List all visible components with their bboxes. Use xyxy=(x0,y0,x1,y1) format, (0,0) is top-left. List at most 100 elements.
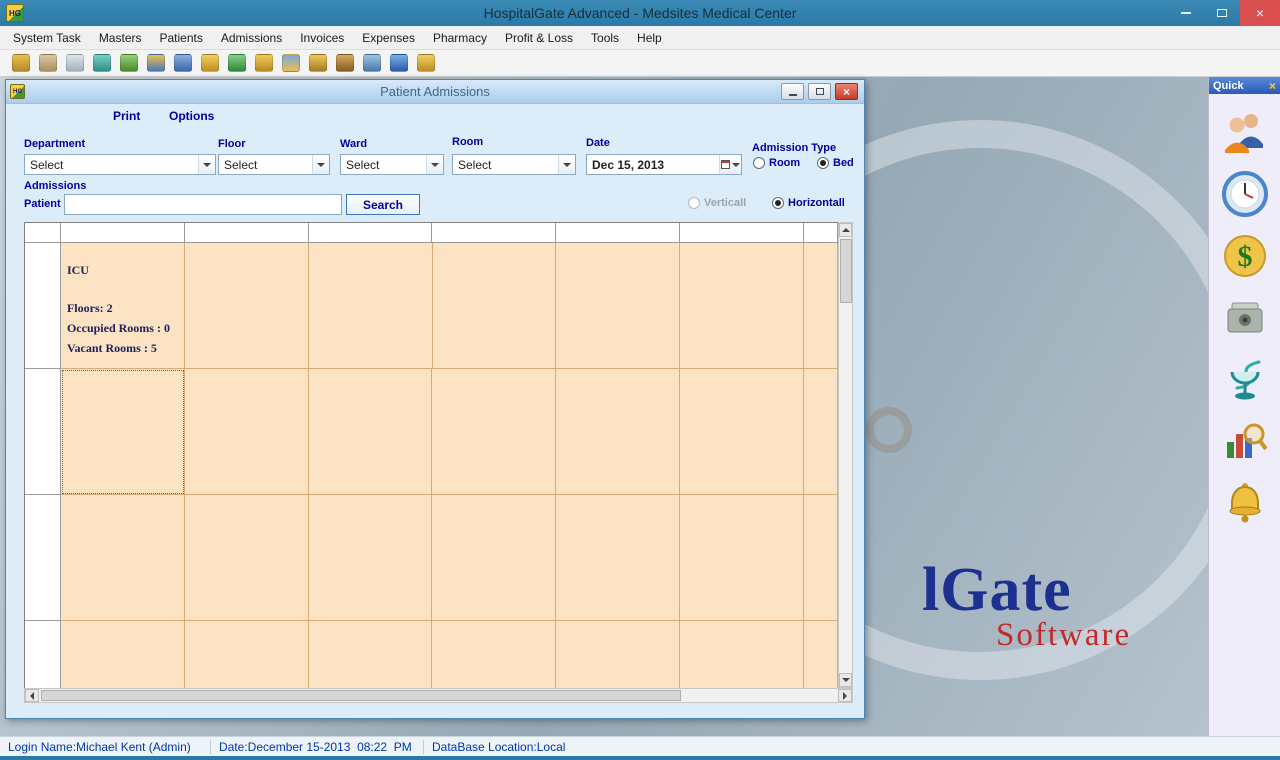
bell-icon[interactable] xyxy=(1221,480,1269,528)
grid-cell[interactable] xyxy=(309,621,433,688)
help-icon[interactable] xyxy=(390,54,408,72)
menu-profit-loss[interactable]: Profit & Loss xyxy=(496,26,582,50)
scroll-down-button[interactable] xyxy=(839,673,852,687)
ward-select[interactable]: Select xyxy=(340,154,444,175)
scroll-right-button[interactable] xyxy=(838,689,852,702)
basket-icon[interactable] xyxy=(309,54,327,72)
backup-device-icon[interactable] xyxy=(1221,294,1269,342)
staff-icon[interactable] xyxy=(417,54,435,72)
child-minimize-button[interactable] xyxy=(781,83,804,100)
grid-cell[interactable] xyxy=(309,243,433,369)
grid-cell[interactable] xyxy=(804,369,838,495)
room-select-arrow[interactable] xyxy=(558,155,575,174)
department-select-arrow[interactable] xyxy=(198,155,215,174)
scroll-up-button[interactable] xyxy=(839,223,852,237)
scroll-left-button[interactable] xyxy=(25,689,39,702)
horizontal-option[interactable]: Horizontall xyxy=(772,197,845,209)
minimize-button[interactable] xyxy=(1168,0,1204,26)
search-button[interactable]: Search xyxy=(346,194,420,215)
grid-cell[interactable] xyxy=(680,621,804,688)
floor-select[interactable]: Select xyxy=(218,154,330,175)
grid-cell[interactable] xyxy=(185,243,309,369)
lab-icon[interactable] xyxy=(93,54,111,72)
menu-masters[interactable]: Masters xyxy=(90,26,151,50)
grid-cell[interactable] xyxy=(556,621,680,688)
menu-patients[interactable]: Patients xyxy=(151,26,212,50)
settings-icon[interactable] xyxy=(363,54,381,72)
grid-cell[interactable] xyxy=(61,495,185,621)
grid-cell[interactable] xyxy=(185,495,309,621)
patients-icon[interactable] xyxy=(39,54,57,72)
horizontal-scroll-thumb[interactable] xyxy=(41,690,681,701)
hospital-icon[interactable] xyxy=(12,54,30,72)
grid-cell[interactable] xyxy=(185,621,309,688)
child-maximize-button[interactable] xyxy=(808,83,831,100)
menu-tools[interactable]: Tools xyxy=(582,26,628,50)
menu-invoices[interactable]: Invoices xyxy=(291,26,353,50)
department-select[interactable]: Select xyxy=(24,154,216,175)
grid-cell[interactable] xyxy=(432,495,556,621)
menu-pharmacy[interactable]: Pharmacy xyxy=(424,26,496,50)
options-menu-item[interactable]: Options xyxy=(169,109,214,123)
grid-cell[interactable] xyxy=(432,621,556,688)
grid-cell[interactable] xyxy=(804,243,838,369)
selected-cell[interactable] xyxy=(61,369,185,495)
date-picker[interactable]: Dec 15, 2013 xyxy=(586,154,742,175)
horizontal-radio[interactable] xyxy=(772,197,784,209)
floor-select-arrow[interactable] xyxy=(312,155,329,174)
quick-panel-header[interactable]: Quick × xyxy=(1209,77,1280,94)
grid-cell[interactable] xyxy=(432,369,556,495)
shift-clock-icon[interactable] xyxy=(147,54,165,72)
minimize-icon xyxy=(1181,12,1191,14)
room-select[interactable]: Select xyxy=(452,154,576,175)
vertical-scrollbar[interactable] xyxy=(838,222,853,688)
vertical-scroll-thumb[interactable] xyxy=(840,239,852,303)
patient-input[interactable] xyxy=(64,194,342,215)
report-search-icon[interactable] xyxy=(1221,418,1269,466)
grid-cell[interactable] xyxy=(309,495,433,621)
quick-panel-close-icon[interactable]: × xyxy=(1269,80,1276,92)
horizontal-scrollbar[interactable] xyxy=(24,688,853,703)
print-menu-item[interactable]: Print xyxy=(113,109,140,123)
dollar-icon[interactable]: $ xyxy=(1221,232,1269,280)
menu-admissions[interactable]: Admissions xyxy=(212,26,291,50)
grid-cell[interactable] xyxy=(680,495,804,621)
media-icon[interactable] xyxy=(174,54,192,72)
close-button[interactable]: × xyxy=(1240,0,1280,26)
maximize-button[interactable] xyxy=(1204,0,1240,26)
cash-icon[interactable] xyxy=(201,54,219,72)
pharmacy-icon[interactable] xyxy=(1221,356,1269,404)
grid-cell[interactable] xyxy=(804,621,838,688)
grid-cell[interactable] xyxy=(680,243,804,369)
grid-cell[interactable] xyxy=(556,495,680,621)
grid-cell[interactable] xyxy=(680,369,804,495)
injection-icon[interactable] xyxy=(66,54,84,72)
menu-system-task[interactable]: System Task xyxy=(4,26,90,50)
menu-expenses[interactable]: Expenses xyxy=(353,26,424,50)
ward-select-arrow[interactable] xyxy=(426,155,443,174)
child-close-button[interactable]: × xyxy=(835,83,858,100)
menu-help[interactable]: Help xyxy=(628,26,671,50)
patient-admissions-title: Patient Admissions xyxy=(6,84,864,99)
dollar-icon[interactable] xyxy=(228,54,246,72)
admission-type-bed-option[interactable]: Bed xyxy=(817,157,854,169)
grid-cell[interactable] xyxy=(185,369,309,495)
grid-cell[interactable] xyxy=(61,621,185,688)
icu-department-cell[interactable]: ICU Floors: 2 Occupied Rooms : 0 Vacant … xyxy=(61,243,185,369)
grid-cell[interactable] xyxy=(556,243,680,369)
grid-cell[interactable] xyxy=(556,369,680,495)
patient-admissions-titlebar[interactable]: HG Patient Admissions × xyxy=(6,80,864,104)
patients-icon[interactable] xyxy=(1221,108,1269,156)
pharmacy-tools-icon[interactable] xyxy=(282,54,300,72)
flag-icon[interactable] xyxy=(255,54,273,72)
bed-radio[interactable] xyxy=(817,157,829,169)
briefcase-icon[interactable] xyxy=(336,54,354,72)
admission-type-room-option[interactable]: Room xyxy=(753,157,800,169)
room-radio[interactable] xyxy=(753,157,765,169)
grid-cell[interactable] xyxy=(309,369,433,495)
grid-cell[interactable] xyxy=(433,243,557,369)
grid-cell[interactable] xyxy=(804,495,838,621)
chart-icon[interactable] xyxy=(120,54,138,72)
clock-icon[interactable] xyxy=(1221,170,1269,218)
date-picker-button[interactable] xyxy=(719,155,741,174)
